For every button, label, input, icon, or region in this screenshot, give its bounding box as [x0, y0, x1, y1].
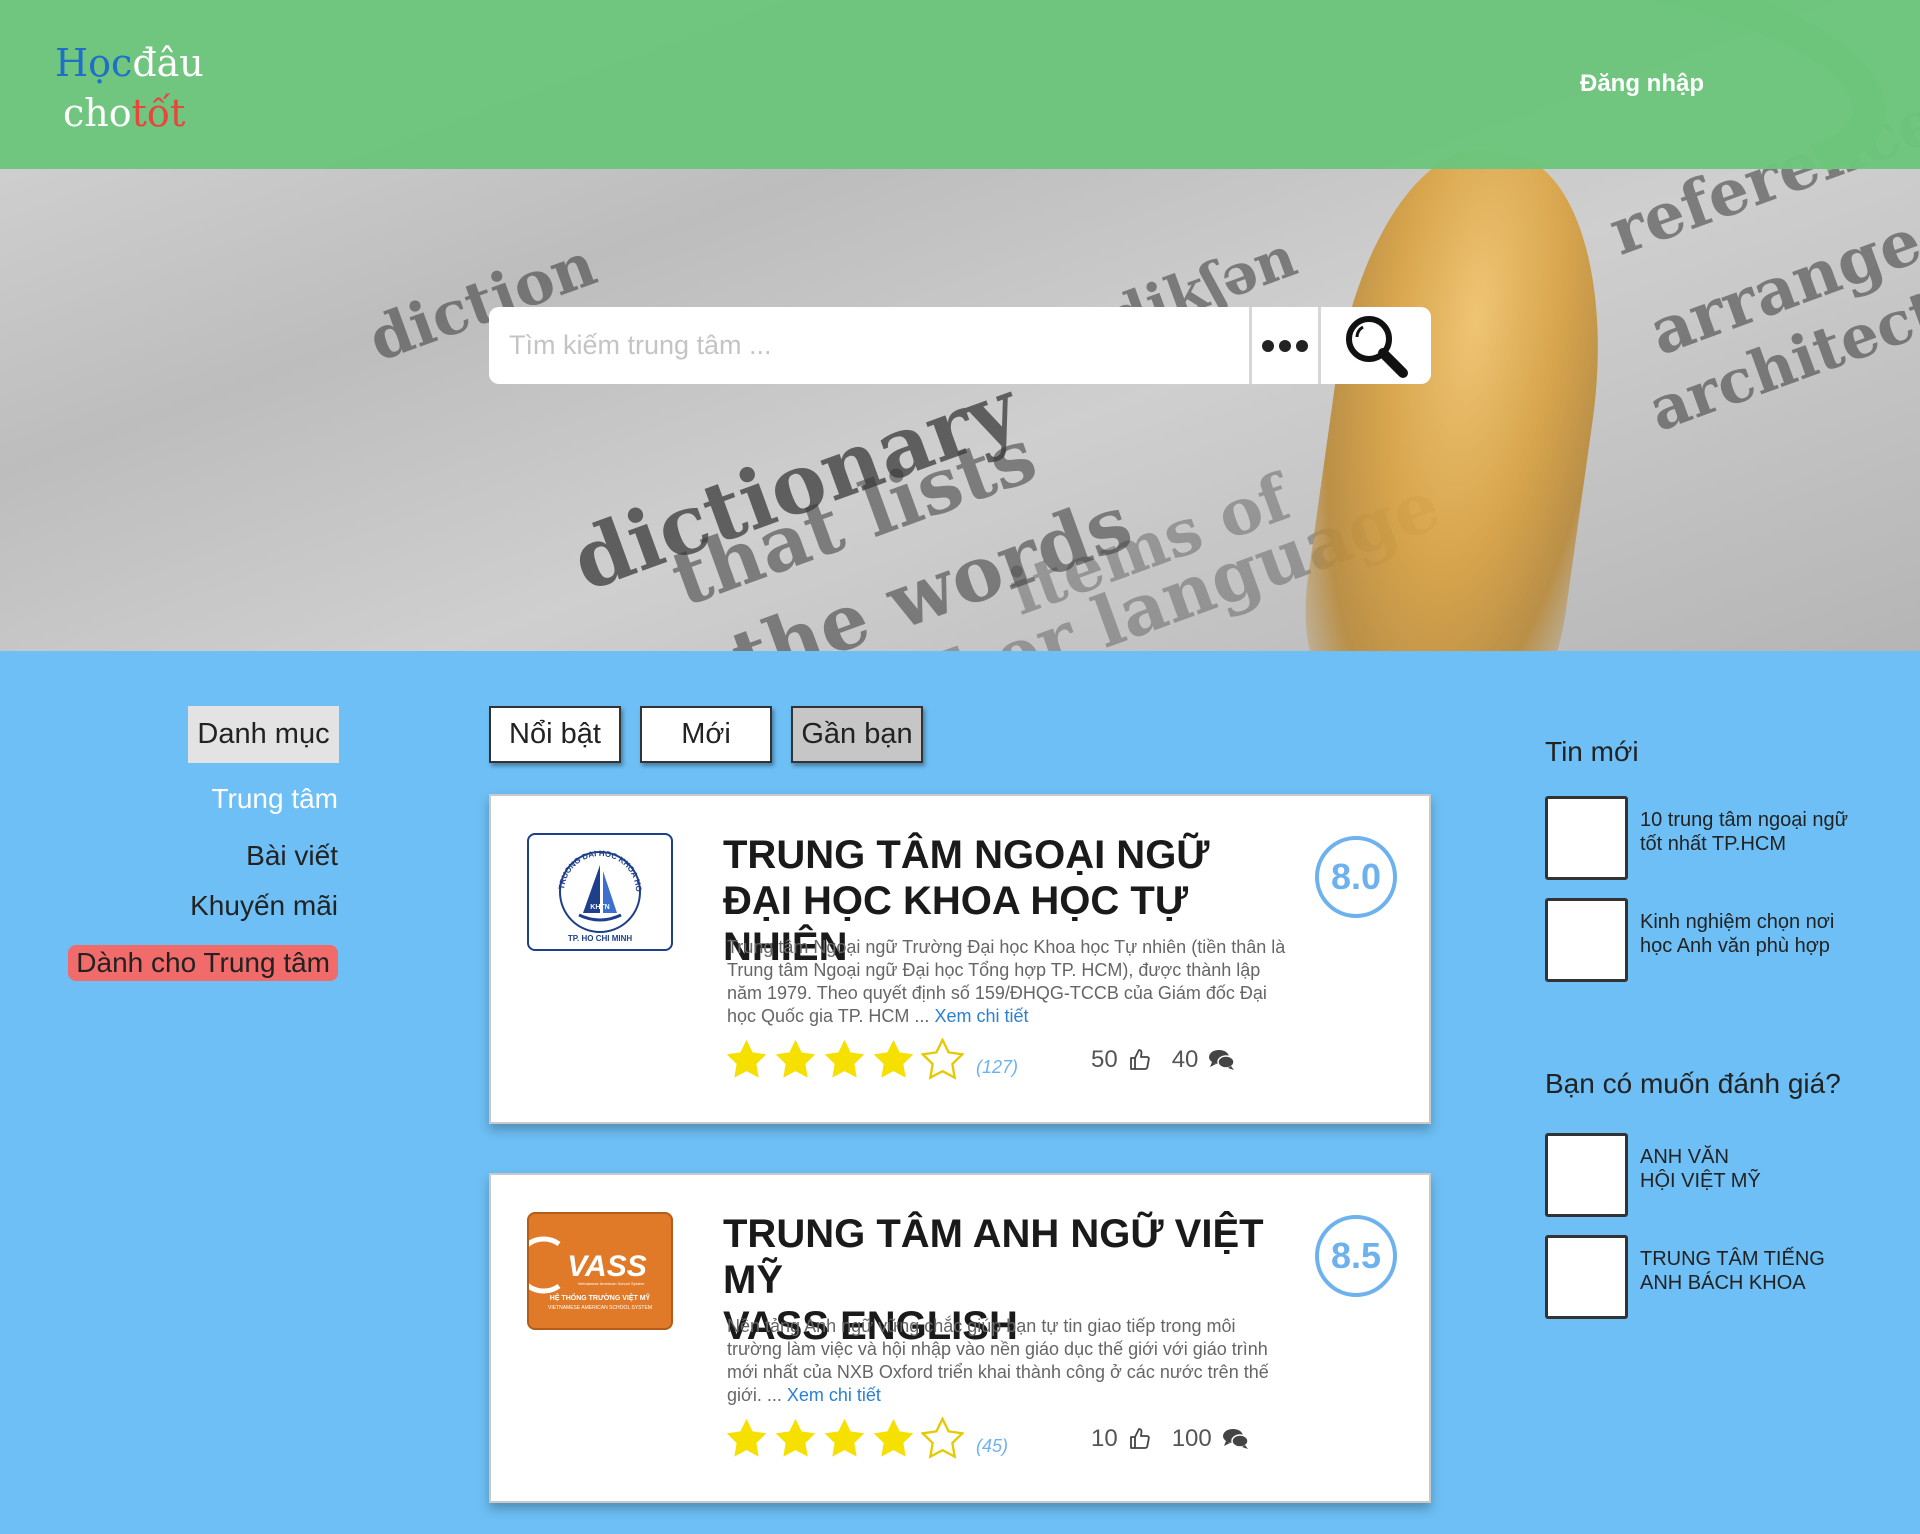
- news-text[interactable]: 10 trung tâm ngoại ngữ tốt nhất TP.HCM: [1640, 808, 1870, 856]
- vass-brand-text: VASS: [567, 1250, 646, 1283]
- logo-part: cho: [63, 91, 132, 135]
- star-filled-icon: [873, 1039, 914, 1078]
- review-item[interactable]: ANH VĂN HỘI VIỆT MỸ: [1545, 1133, 1870, 1217]
- news-text[interactable]: Kinh nghiệm chọn nơi học Anh văn phù hợp: [1640, 910, 1870, 958]
- search-input[interactable]: [489, 307, 1249, 384]
- center-description: Nền tảng Anh ngữ vững chắc giúp bạn tự t…: [727, 1315, 1287, 1407]
- center-card[interactable]: TRUONG DAI HOC KHOA HOC TU NHIEN KHTN TP…: [489, 794, 1431, 1124]
- more-options-button[interactable]: [1249, 307, 1321, 384]
- review-text-line: HỘI VIỆT MỸ: [1640, 1170, 1761, 1192]
- rating-count: (127): [976, 1056, 1019, 1077]
- center-logo: TRUONG DAI HOC KHOA HOC TU NHIEN KHTN TP…: [527, 833, 673, 951]
- logo-badge-text: KHTN: [590, 904, 609, 911]
- comment-count: 100: [1171, 1425, 1212, 1452]
- see-more-link[interactable]: Xem chi tiết: [787, 1385, 881, 1405]
- center-title-line: TRUNG TÂM ANH NGỮ VIỆT MỸ: [723, 1212, 1264, 1302]
- star-filled-icon: [824, 1039, 865, 1078]
- review-text-line: ANH VĂN: [1640, 1146, 1729, 1168]
- review-title: Bạn có muốn đánh giá?: [1545, 1068, 1841, 1099]
- news-item[interactable]: 10 trung tâm ngoại ngữ tốt nhất TP.HCM: [1545, 796, 1870, 880]
- star-filled-icon: [824, 1418, 865, 1457]
- star-filled-icon: [775, 1418, 816, 1457]
- star-rating[interactable]: (45): [725, 1417, 1008, 1459]
- search-button[interactable]: [1321, 307, 1431, 384]
- star-filled-icon: [726, 1039, 767, 1078]
- star-filled-icon: [775, 1039, 816, 1078]
- search-icon: [1346, 315, 1408, 378]
- score-badge: 8.0: [1315, 836, 1397, 918]
- thumbs-up-icon[interactable]: [1128, 1048, 1152, 1072]
- tassel-decoration: [1292, 134, 1628, 651]
- star-filled-icon: [873, 1418, 914, 1457]
- vass-logo-icon: VASS Vietnamese American School System H…: [529, 1236, 652, 1311]
- star-filled-icon: [726, 1418, 767, 1457]
- login-link[interactable]: Đăng nhập: [1580, 70, 1704, 98]
- comments-icon[interactable]: [1208, 1048, 1236, 1072]
- center-title-line: TRUNG TÂM NGOẠI NGỮ: [723, 833, 1210, 877]
- categories-title: Danh mục: [188, 706, 339, 763]
- center-card[interactable]: VASS Vietnamese American School System H…: [489, 1173, 1431, 1503]
- svg-text:TRUONG DAI HOC KHOA HOC TU NHI: TRUONG DAI HOC KHOA HOC TU NHIEN: [529, 835, 643, 892]
- dot-icon: [1296, 339, 1308, 352]
- nav-item-for-centers[interactable]: Dành cho Trung tâm: [68, 945, 338, 981]
- nav-item-promotions[interactable]: Khuyến mãi: [190, 890, 338, 922]
- star-empty-icon: [921, 1417, 964, 1459]
- dot-icon: [1262, 339, 1274, 352]
- tab-nearby[interactable]: Gần bạn: [791, 706, 923, 763]
- site-logo[interactable]: Họcđâu chotốt: [55, 38, 204, 138]
- review-text[interactable]: TRUNG TÂM TIẾNG ANH BÁCH KHOA: [1640, 1247, 1870, 1295]
- review-thumbnail[interactable]: [1545, 1235, 1628, 1319]
- vass-line2-text: VIETNAMESE AMERICAN SCHOOL SYSTEM: [548, 1305, 652, 1311]
- dot-icon: [1279, 339, 1291, 352]
- comment-count: 40: [1171, 1046, 1199, 1073]
- review-thumbnail[interactable]: [1545, 1133, 1628, 1217]
- review-text-line: ANH BÁCH KHOA: [1640, 1272, 1806, 1294]
- score-badge: 8.5: [1315, 1215, 1397, 1297]
- nav-item-articles[interactable]: Bài viết: [246, 840, 338, 872]
- engagement-stats: 50 40: [1091, 1046, 1256, 1074]
- tab-featured[interactable]: Nổi bật: [489, 706, 621, 763]
- nav-item-centers[interactable]: Trung tâm: [211, 783, 338, 815]
- news-thumbnail[interactable]: [1545, 796, 1628, 880]
- like-count: 10: [1091, 1425, 1118, 1452]
- news-title: Tin mới: [1545, 736, 1639, 767]
- star-empty-icon: [921, 1038, 964, 1080]
- top-header: Họcđâu chotốt Đăng nhập: [0, 0, 1920, 169]
- logo-ring-text: TRUONG DAI HOC KHOA HOC TU NHIEN: [529, 835, 643, 892]
- rating-count: (45): [976, 1435, 1009, 1456]
- logo-part: đâu: [132, 41, 204, 85]
- vass-line1-text: HỆ THỐNG TRƯỜNG VIỆT MỸ: [550, 1292, 651, 1302]
- search-bar: [489, 307, 1431, 384]
- thumbs-up-icon[interactable]: [1128, 1427, 1152, 1451]
- star-rating[interactable]: (127): [725, 1038, 1018, 1080]
- center-logo: VASS Vietnamese American School System H…: [527, 1212, 673, 1330]
- review-item[interactable]: TRUNG TÂM TIẾNG ANH BÁCH KHOA: [1545, 1235, 1870, 1319]
- review-text-line: TRUNG TÂM TIẾNG: [1640, 1248, 1825, 1270]
- khtn-logo-icon: TRUONG DAI HOC KHOA HOC TU NHIEN KHTN TP…: [529, 835, 643, 943]
- engagement-stats: 10 100: [1091, 1425, 1270, 1453]
- news-item[interactable]: Kinh nghiệm chọn nơi học Anh văn phù hợp: [1545, 898, 1870, 982]
- review-text[interactable]: ANH VĂN HỘI VIỆT MỸ: [1640, 1145, 1870, 1193]
- like-count: 50: [1091, 1046, 1118, 1073]
- comments-icon[interactable]: [1222, 1427, 1250, 1451]
- logo-bottom-text: TP. HO CHI MINH: [568, 934, 633, 943]
- news-thumbnail[interactable]: [1545, 898, 1628, 982]
- center-description: Trung tâm Ngoại ngữ Trường Đại học Khoa …: [727, 936, 1287, 1028]
- logo-part: tốt: [131, 91, 186, 135]
- logo-part: Học: [55, 41, 133, 85]
- vass-tagline-text: Vietnamese American School System: [578, 1281, 645, 1286]
- see-more-link[interactable]: Xem chi tiết: [934, 1006, 1028, 1026]
- tab-new[interactable]: Mới: [640, 706, 772, 763]
